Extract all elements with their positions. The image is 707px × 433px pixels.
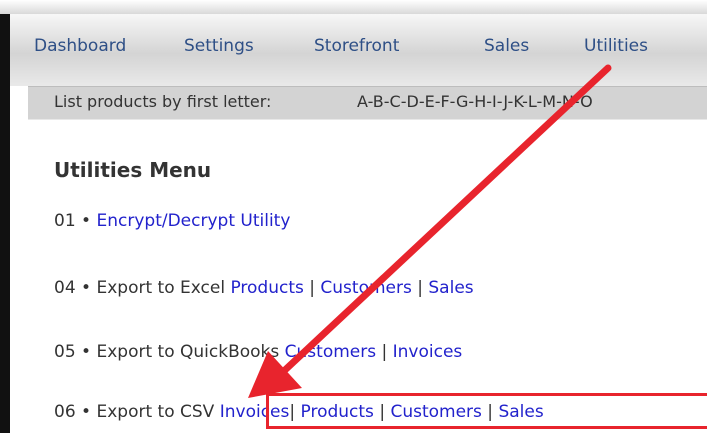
- bullet: •: [81, 402, 92, 422]
- separator: |: [381, 342, 388, 362]
- quickbooks-invoices-link[interactable]: Invoices: [393, 342, 463, 362]
- nav-sales[interactable]: Sales: [484, 36, 529, 56]
- encrypt-decrypt-link[interactable]: Encrypt/Decrypt Utility: [96, 211, 290, 231]
- nav-storefront[interactable]: Storefront: [314, 36, 399, 56]
- excel-customers-link[interactable]: Customers: [320, 278, 411, 298]
- separator: |: [417, 278, 423, 298]
- menu-item-number: 06: [54, 402, 76, 422]
- screenshot-frame: Dashboard Settings Storefront Sales Util…: [0, 0, 707, 433]
- letter-filter-label: List products by first letter:: [54, 92, 272, 111]
- page-title: Utilities Menu: [54, 158, 212, 182]
- menu-item-01: 01 • Encrypt/Decrypt Utility: [54, 211, 290, 231]
- menu-item-text: Export to CSV: [96, 402, 215, 422]
- menu-item-05: 05 • Export to QuickBooks Customers | In…: [54, 342, 462, 362]
- nav-utilities[interactable]: Utilities: [584, 36, 648, 56]
- excel-sales-link[interactable]: Sales: [428, 278, 473, 298]
- bullet: •: [81, 342, 92, 362]
- menu-item-04: 04 • Export to Excel Products | Customer…: [54, 278, 474, 298]
- window-edge: [0, 0, 10, 433]
- menu-item-text: Export to QuickBooks: [96, 342, 280, 362]
- bullet: •: [81, 211, 92, 231]
- menu-item-number: 01: [54, 211, 76, 231]
- nav-dashboard[interactable]: Dashboard: [34, 36, 126, 56]
- nav-settings[interactable]: Settings: [184, 36, 254, 56]
- bullet: •: [81, 278, 92, 298]
- quickbooks-customers-link[interactable]: Customers: [285, 342, 376, 362]
- window-top-edge: [0, 0, 707, 14]
- highlight-box: [266, 393, 707, 429]
- menu-item-number: 05: [54, 342, 76, 362]
- separator: |: [309, 278, 315, 298]
- letter-filter-links[interactable]: A-B-C-D-E-F-G-H-I-J-K-L-M-N-O: [357, 92, 593, 111]
- menu-item-text: Export to Excel: [96, 278, 226, 298]
- excel-products-link[interactable]: Products: [230, 278, 303, 298]
- menu-item-number: 04: [54, 278, 76, 298]
